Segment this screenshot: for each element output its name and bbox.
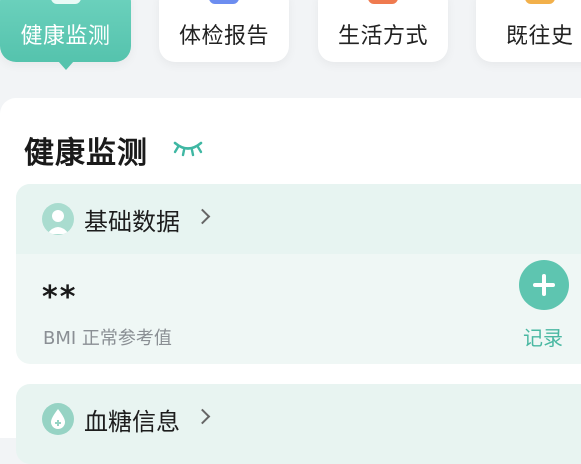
lifestyle-icon (368, 0, 398, 4)
chevron-right-icon[interactable] (194, 408, 211, 425)
basic-data-title[interactable]: 基础数据 (84, 202, 180, 237)
section-title: 健康监测 (24, 136, 148, 171)
report-icon (209, 0, 239, 4)
active-tab-pointer (57, 61, 74, 70)
tab-medical-history[interactable]: 既往史 (476, 0, 581, 62)
top-tab-bar: 健康监测 体检报告 生活方式 既往史 (0, 0, 581, 80)
tab-label: 健康监测 (20, 24, 111, 49)
record-link[interactable]: 记录 (523, 322, 563, 351)
bmi-caption: BMI 正常参考值 (43, 328, 172, 349)
blood-sugar-title[interactable]: 血糖信息 (84, 402, 180, 437)
avatar-icon (42, 203, 74, 235)
blood-drop-icon (42, 403, 74, 435)
tab-lifestyle[interactable]: 生活方式 (318, 0, 448, 62)
blood-sugar-card: 血糖信息 (16, 384, 581, 464)
tab-health-monitoring[interactable]: 健康监测 (0, 0, 131, 70)
health-monitoring-panel: 健康监测 基础数据 ** BMI 正常参考值 记录 血糖信息 (0, 98, 581, 464)
bmi-value: ** (42, 280, 78, 315)
tab-checkup-report[interactable]: 体检报告 (159, 0, 289, 62)
basic-data-card: 基础数据 ** BMI 正常参考值 记录 (16, 184, 581, 364)
history-icon (525, 0, 555, 4)
eye-closed-icon[interactable] (172, 138, 204, 158)
tab-label: 体检报告 (178, 24, 269, 49)
tab-label: 生活方式 (337, 24, 428, 49)
heart-monitor-icon (50, 0, 81, 4)
plus-icon[interactable] (519, 260, 569, 310)
tab-label: 既往史 (506, 24, 574, 49)
